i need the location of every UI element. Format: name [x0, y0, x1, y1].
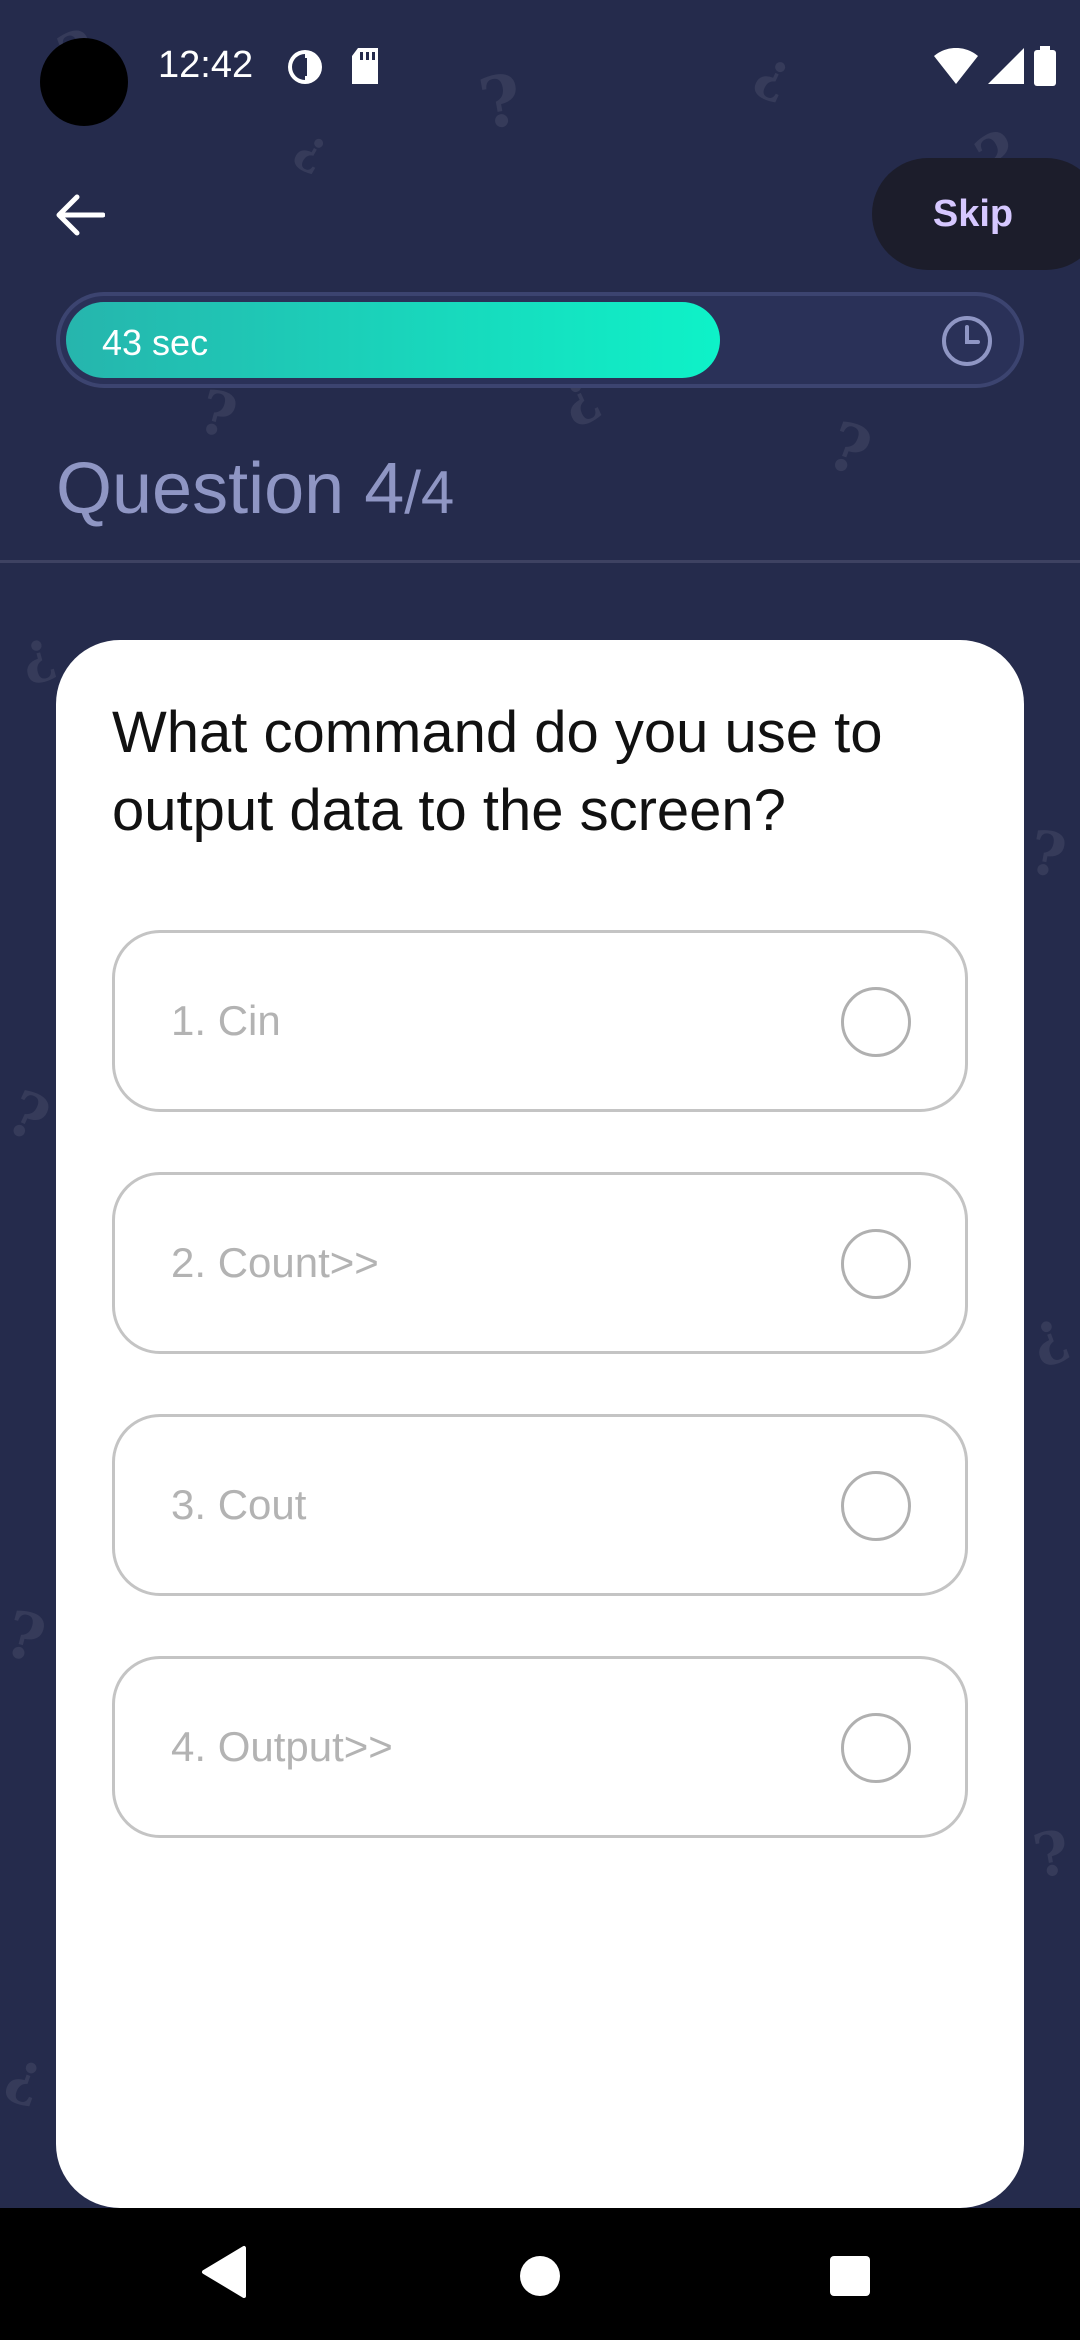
question-separator: / — [404, 459, 421, 526]
wifi-icon — [934, 47, 978, 89]
answer-option-1[interactable]: 1. Cin — [112, 930, 968, 1112]
signal-icon — [988, 48, 1024, 89]
nav-recents-button[interactable] — [828, 2254, 872, 2303]
option-label: 2. Count>> — [171, 1239, 379, 1286]
timer-progress-bar: 43 sec — [56, 292, 1024, 388]
skip-label: Skip — [932, 192, 1014, 235]
arrow-back-icon — [56, 194, 105, 236]
question-card: What command do you use to output data t… — [56, 640, 1024, 2208]
battery-icon — [1034, 46, 1056, 91]
question-current: 4 — [364, 449, 405, 529]
nav-home-button[interactable] — [518, 2254, 562, 2303]
data-saver-icon — [286, 48, 324, 91]
question-prefix: Question — [56, 449, 345, 529]
nav-back-button[interactable] — [200, 2244, 248, 2305]
timer-fill: 43 sec — [66, 302, 720, 378]
navigation-bar — [0, 2208, 1080, 2340]
option-label: 1. Cin — [171, 997, 281, 1044]
clock-icon — [942, 316, 992, 366]
skip-button[interactable]: Skip — [872, 158, 1080, 270]
question-text: What command do you use to output data t… — [112, 700, 883, 843]
radio-button[interactable] — [841, 1229, 911, 1299]
answer-option-3[interactable]: 3. Cout — [112, 1414, 968, 1596]
sd-card-icon — [350, 48, 380, 89]
header-divider — [0, 560, 1080, 563]
question-counter: Question 4/4 — [56, 448, 454, 530]
answer-option-4[interactable]: 4. Output>> — [112, 1656, 968, 1838]
radio-button[interactable] — [841, 1713, 911, 1783]
status-indicators — [934, 46, 1056, 91]
option-label: 3. Cout — [171, 1481, 307, 1528]
answer-option-2[interactable]: 2. Count>> — [112, 1172, 968, 1354]
option-label: 4. Output>> — [171, 1723, 393, 1770]
triangle-back-icon — [202, 2246, 246, 2298]
camera-cutout — [40, 38, 128, 126]
square-recents-icon — [830, 2256, 870, 2296]
radio-button[interactable] — [841, 1471, 911, 1541]
radio-button[interactable] — [841, 987, 911, 1057]
circle-home-icon — [520, 2256, 560, 2296]
timer-label: 43 sec — [102, 322, 209, 363]
status-time: 12:42 — [158, 44, 254, 86]
status-bar: 12:42 — [0, 0, 1080, 140]
back-button[interactable] — [40, 175, 120, 255]
question-total: 4 — [420, 459, 455, 526]
